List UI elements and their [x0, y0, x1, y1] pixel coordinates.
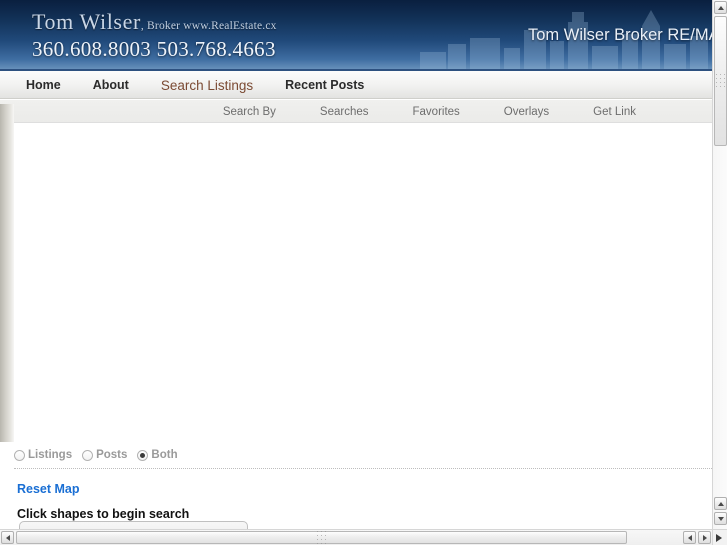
radio-indicator-both[interactable]: [137, 449, 149, 461]
scroll-left-button-secondary[interactable]: [683, 531, 696, 544]
scroll-right-button[interactable]: [698, 531, 711, 544]
subnav-item-searches[interactable]: Searches: [320, 106, 369, 118]
nav-item-search-listings[interactable]: Search Listings: [161, 78, 253, 93]
radio-indicator-posts[interactable]: [82, 449, 94, 461]
radio-label-both: Both: [151, 449, 178, 461]
radio-option-listings[interactable]: Listings: [14, 449, 72, 461]
sub-navigation-bar: Search By Searches Favorites Overlays Ge…: [0, 100, 712, 123]
radio-label-listings: Listings: [28, 449, 73, 461]
scroll-down-button[interactable]: [714, 512, 727, 525]
nav-item-recent-posts[interactable]: Recent Posts: [285, 78, 364, 92]
result-type-radio-group: Listings Posts Both: [14, 446, 188, 464]
main-navigation-bar: Home About Search Listings Recent Posts: [0, 71, 712, 99]
browser-viewport: Tom Wilser, Broker www.RealEstate.cx 360…: [0, 0, 727, 545]
brand-name: Tom Wilser: [32, 9, 141, 34]
chevron-right-icon: [702, 534, 707, 541]
scroll-up-button[interactable]: [714, 1, 727, 14]
horizontal-scrollbar-thumb[interactable]: [16, 530, 627, 545]
scroll-left-button[interactable]: [1, 531, 14, 544]
subnav-item-search-by[interactable]: Search By: [223, 106, 276, 118]
section-divider: [14, 468, 712, 469]
radio-option-both[interactable]: Both: [137, 449, 178, 461]
chevron-down-icon: [717, 516, 724, 521]
radio-label-posts: Posts: [96, 449, 128, 461]
radio-indicator-listings[interactable]: [14, 449, 25, 461]
site-banner: Tom Wilser, Broker www.RealEstate.cx 360…: [0, 0, 712, 70]
left-gutter-strip: [0, 104, 14, 442]
nav-item-home[interactable]: Home: [26, 78, 61, 92]
chevron-left-icon: [5, 534, 10, 541]
radio-option-posts[interactable]: Posts: [82, 449, 127, 461]
subnav-item-get-link[interactable]: Get Link: [593, 106, 636, 118]
page-vertical-scrollbar[interactable]: [712, 0, 727, 545]
brand-subtitle: , Broker www.RealEstate.cx: [140, 20, 277, 32]
page-horizontal-scrollbar[interactable]: [0, 529, 712, 545]
scrollbar-grip-icon: [316, 530, 327, 545]
brand-block: Tom Wilser, Broker www.RealEstate.cx 360…: [32, 9, 277, 62]
scrollbar-corner: [712, 529, 727, 545]
nav-item-about[interactable]: About: [93, 78, 129, 92]
chevron-up-icon: [717, 501, 724, 506]
search-instruction-heading: Click shapes to begin search: [17, 507, 190, 521]
map-canvas[interactable]: [14, 123, 712, 442]
banner-right-title: Tom Wilser Broker RE/MA: [528, 26, 712, 44]
brand-phone-numbers: 360.608.8003 503.768.4663: [32, 37, 276, 61]
subnav-item-overlays[interactable]: Overlays: [504, 106, 549, 118]
reset-map-link[interactable]: Reset Map: [17, 482, 80, 496]
chevron-up-icon: [717, 5, 724, 10]
subnav-item-favorites[interactable]: Favorites: [413, 106, 460, 118]
chevron-left-icon: [687, 534, 692, 541]
vertical-scrollbar-thumb[interactable]: [714, 16, 727, 146]
scroll-up-button-secondary[interactable]: [714, 497, 727, 510]
scrollbar-grip-icon: [715, 74, 726, 88]
resize-caret-icon: [716, 534, 722, 542]
